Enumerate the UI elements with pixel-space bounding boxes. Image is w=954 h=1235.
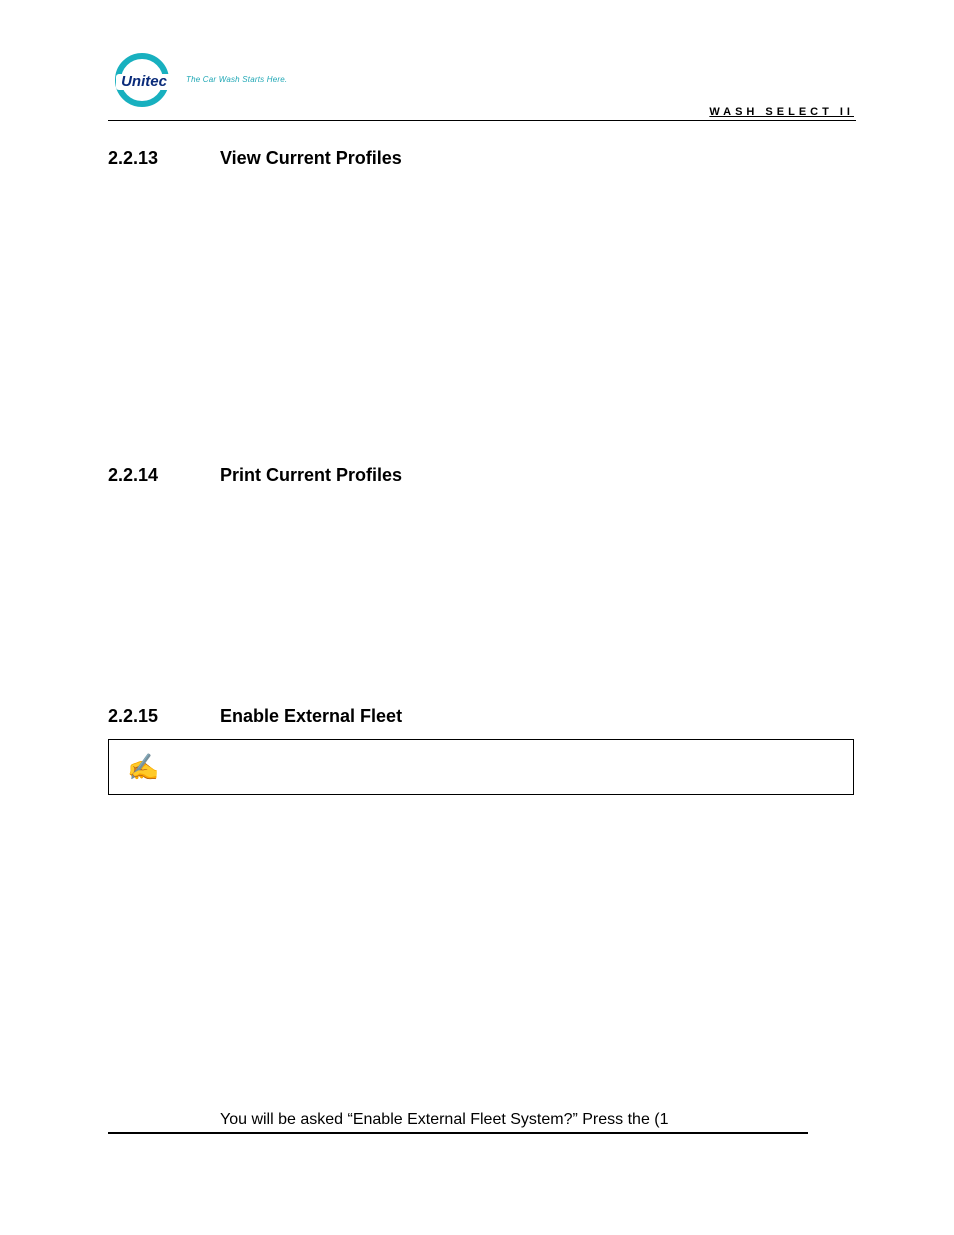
brand-text: Unitec — [121, 73, 168, 90]
page-header: Unitec The Car Wash Starts Here. WASH SE… — [108, 50, 854, 120]
header-divider — [108, 120, 856, 121]
note-handwriting-icon: ✍ — [127, 754, 159, 780]
section-number: 2.2.15 — [108, 706, 180, 727]
spacer — [108, 486, 854, 706]
brand-tagline: The Car Wash Starts Here. — [186, 75, 287, 84]
header-product-label: WASH SELECT II — [709, 106, 854, 118]
document-page: Unitec The Car Wash Starts Here. WASH SE… — [0, 0, 954, 1235]
page-content: 2.2.13 View Current Profiles 2.2.14 Prin… — [108, 120, 854, 1129]
section-title: Print Current Profiles — [220, 465, 402, 486]
unitec-logo-icon: Unitec — [108, 50, 180, 108]
section-title: View Current Profiles — [220, 148, 402, 169]
footer-divider — [108, 1132, 808, 1134]
brand-block: Unitec The Car Wash Starts Here. — [108, 50, 287, 108]
section-title: Enable External Fleet — [220, 706, 402, 727]
section-number: 2.2.14 — [108, 465, 180, 486]
spacer — [108, 169, 854, 465]
body-paragraph: You will be asked “Enable External Fleet… — [108, 1111, 854, 1129]
section-heading-2-2-15: 2.2.15 Enable External Fleet — [108, 706, 854, 727]
note-callout: ✍ — [108, 739, 854, 795]
section-heading-2-2-13: 2.2.13 View Current Profiles — [108, 148, 854, 169]
section-heading-2-2-14: 2.2.14 Print Current Profiles — [108, 465, 854, 486]
section-number: 2.2.13 — [108, 148, 180, 169]
